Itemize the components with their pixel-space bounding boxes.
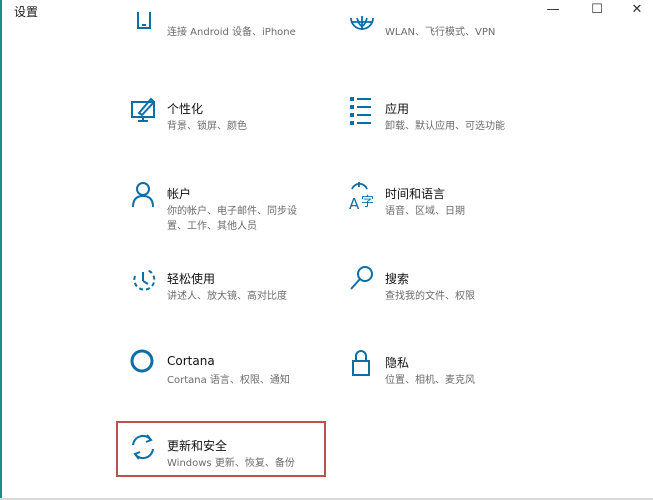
highlight-annotation-box bbox=[116, 421, 326, 477]
paintbrush-icon bbox=[129, 94, 165, 130]
person-icon bbox=[129, 179, 165, 215]
cortana-icon bbox=[129, 348, 165, 384]
settings-tile-ease-of-access[interactable]: 轻松使用 讲述人、放大镜、高对比度 bbox=[129, 264, 359, 316]
settings-tile-personalization[interactable]: 个性化 背景、锁屏、颜色 bbox=[129, 94, 359, 146]
tile-description: 讲述人、放大镜、高对比度 bbox=[167, 291, 287, 302]
ease-of-access-icon bbox=[129, 264, 165, 300]
tile-description: 卸载、默认应用、可选功能 bbox=[385, 121, 505, 132]
window-title: 设置 bbox=[14, 5, 39, 19]
tile-name: Cortana bbox=[167, 354, 215, 368]
tile-description: 语音、区域、日期 bbox=[385, 206, 465, 217]
close-icon: ✕ bbox=[631, 1, 643, 17]
settings-tile-network[interactable]: WLAN、飞行模式、VPN bbox=[347, 0, 577, 52]
tile-name: 个性化 bbox=[167, 102, 204, 116]
settings-tile-apps[interactable]: 应用 卸载、默认应用、可选功能 bbox=[347, 94, 577, 146]
tile-name: 帐户 bbox=[167, 187, 192, 201]
phone-icon bbox=[129, 8, 165, 44]
tile-name: 应用 bbox=[385, 102, 410, 116]
tile-description: 背景、锁屏、颜色 bbox=[167, 121, 247, 132]
close-button[interactable]: ✕ bbox=[617, 0, 653, 18]
svg-text:A: A bbox=[349, 195, 360, 213]
tile-description: 查找我的文件、权限 bbox=[385, 291, 475, 302]
tile-name: 时间和语言 bbox=[385, 187, 446, 201]
globe-icon bbox=[347, 8, 383, 44]
settings-tile-time-language[interactable]: A 字 时间和语言 语音、区域、日期 bbox=[347, 179, 577, 231]
tile-description: 位置、相机、麦克风 bbox=[385, 375, 475, 386]
settings-tile-search[interactable]: 搜索 查找我的文件、权限 bbox=[347, 264, 577, 316]
settings-tile-privacy[interactable]: 隐私 位置、相机、麦克风 bbox=[347, 348, 577, 400]
window-accent-border bbox=[0, 0, 2, 500]
maximize-button[interactable]: ☐ bbox=[577, 0, 617, 18]
settings-tile-cortana[interactable]: Cortana Cortana 语言、权限、通知 bbox=[129, 348, 359, 400]
search-icon bbox=[347, 264, 383, 300]
settings-tile-accounts[interactable]: 帐户 你的帐户、电子邮件、同步设 置、工作、其他人员 bbox=[129, 179, 359, 232]
tile-description-line2: 置、工作、其他人员 bbox=[167, 221, 257, 232]
tile-description: WLAN、飞行模式、VPN bbox=[385, 27, 496, 38]
tile-description: Cortana 语言、权限、通知 bbox=[167, 375, 290, 386]
time-language-icon: A 字 bbox=[347, 179, 383, 215]
svg-text:字: 字 bbox=[361, 195, 374, 210]
tile-name: 隐私 bbox=[385, 356, 410, 370]
lock-icon bbox=[347, 348, 383, 384]
tile-description: 连接 Android 设备、iPhone bbox=[167, 27, 296, 38]
settings-tile-phone[interactable]: 连接 Android 设备、iPhone bbox=[129, 0, 359, 52]
tile-name: 搜索 bbox=[385, 272, 410, 286]
apps-list-icon bbox=[347, 94, 383, 130]
tile-description: 你的帐户、电子邮件、同步设 bbox=[167, 206, 297, 217]
maximize-icon: ☐ bbox=[591, 1, 603, 17]
tile-name: 轻松使用 bbox=[167, 272, 216, 286]
